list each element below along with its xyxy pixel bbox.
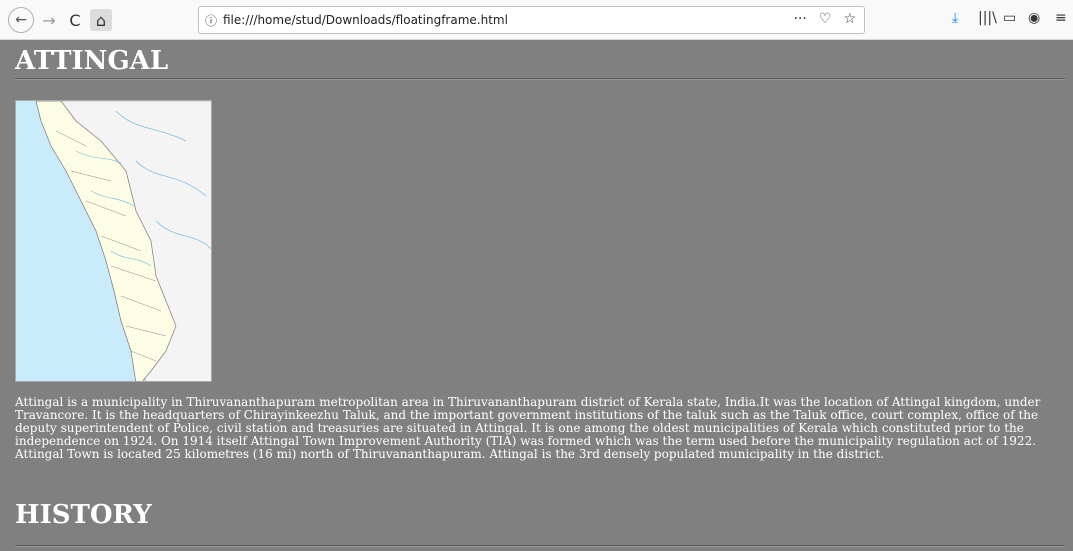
description-paragraph: Attingal is a municipality in Thiruvanan…: [15, 395, 1041, 461]
history-heading: HISTORY: [15, 500, 152, 530]
bookmark-star-icon[interactable]: ☆: [843, 11, 856, 27]
reload-icon: C: [69, 10, 81, 30]
menu-icon[interactable]: ≡: [1055, 10, 1067, 26]
browser-toolbar: ← → C ⌂ ⓘ file:///home/stud/Downloads/fl…: [0, 0, 1073, 40]
page-title: ATTINGAL: [15, 46, 169, 76]
kerala-map-image: [15, 100, 212, 382]
back-arrow-icon: ←: [15, 12, 27, 28]
library-icon[interactable]: |||\: [978, 10, 997, 26]
sidebar-icon[interactable]: ▭: [1003, 10, 1016, 26]
history-divider: [15, 545, 1065, 547]
page-actions-icon[interactable]: ···: [794, 11, 807, 27]
account-icon[interactable]: ◉: [1028, 10, 1040, 26]
forward-button[interactable]: →: [38, 9, 60, 31]
home-button[interactable]: ⌂: [90, 9, 112, 31]
pocket-icon[interactable]: ♡: [819, 11, 832, 27]
home-icon: ⌂: [95, 10, 107, 30]
map-graphic: [16, 101, 211, 381]
page-content: ATTINGAL Attingal is a municipality in T…: [0, 40, 1073, 551]
downloads-icon[interactable]: ⤓: [952, 10, 958, 26]
forward-arrow-icon: →: [42, 10, 56, 30]
info-icon[interactable]: ⓘ: [205, 12, 217, 29]
url-bar[interactable]: ⓘ file:///home/stud/Downloads/floatingfr…: [198, 6, 865, 34]
title-divider: [15, 78, 1065, 80]
reload-button[interactable]: C: [64, 9, 86, 31]
url-text[interactable]: file:///home/stud/Downloads/floatingfram…: [223, 13, 508, 27]
back-button[interactable]: ←: [8, 7, 34, 33]
